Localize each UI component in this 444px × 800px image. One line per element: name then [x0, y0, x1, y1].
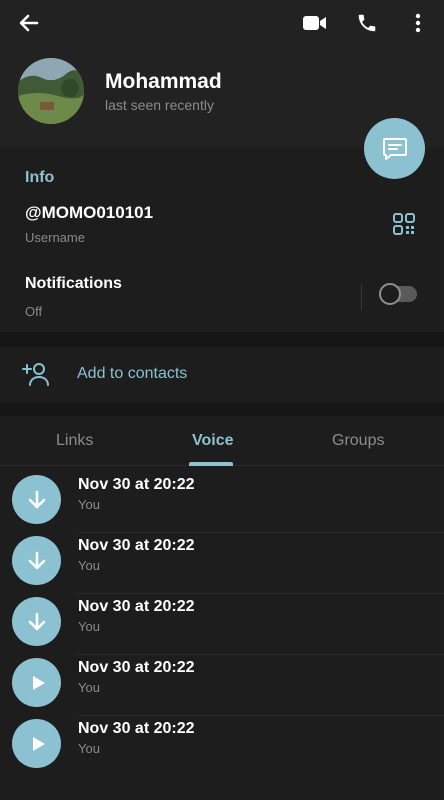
media-tabs: Links Voice Groups: [0, 416, 444, 466]
voice-item-sender: You: [78, 497, 100, 512]
tab-voice[interactable]: Voice: [192, 432, 234, 450]
last-seen-status: last seen recently: [105, 97, 214, 113]
username-label: Username: [25, 230, 85, 245]
divider: [361, 284, 362, 310]
play-button[interactable]: [12, 658, 61, 707]
back-arrow-icon[interactable]: [14, 8, 44, 38]
voice-item-title: Nov 30 at 20:22: [78, 720, 195, 737]
phone-icon[interactable]: [352, 8, 382, 38]
voice-list-item[interactable]: Nov 30 at 20:22 You: [0, 472, 444, 533]
video-call-icon[interactable]: [300, 8, 330, 38]
download-button[interactable]: [12, 597, 61, 646]
voice-item-title: Nov 30 at 20:22: [78, 659, 195, 676]
voice-item-title: Nov 30 at 20:22: [78, 537, 195, 554]
play-icon: [32, 675, 45, 690]
voice-item-sender: You: [78, 619, 100, 634]
download-button[interactable]: [12, 536, 61, 585]
add-to-contacts-label: Add to contacts: [77, 365, 188, 382]
download-arrow-icon: [28, 490, 45, 508]
more-vertical-icon[interactable]: [403, 8, 433, 38]
notifications-status: Off: [25, 304, 43, 319]
contact-name: Mohammad: [105, 70, 222, 93]
add-to-contacts-row[interactable]: Add to contacts: [0, 347, 444, 402]
voice-item-sender: You: [78, 558, 100, 573]
download-arrow-icon: [28, 612, 45, 630]
username-value[interactable]: @MOMO010101: [25, 203, 153, 223]
voice-item-title: Nov 30 at 20:22: [78, 598, 195, 615]
download-arrow-icon: [28, 551, 45, 569]
qr-code-icon[interactable]: [392, 212, 418, 238]
voice-list-item[interactable]: Nov 30 at 20:22 You: [0, 533, 444, 594]
toggle-knob: [379, 283, 401, 305]
shared-media-section: Links Voice Groups Nov 30 at 20:22 You N…: [0, 416, 444, 800]
voice-list-item[interactable]: Nov 30 at 20:22 You: [0, 716, 444, 777]
info-heading: Info: [25, 169, 55, 186]
tab-links[interactable]: Links: [56, 432, 93, 450]
download-button[interactable]: [12, 475, 61, 524]
message-icon: [382, 137, 407, 160]
notifications-toggle[interactable]: [379, 283, 417, 305]
tab-groups[interactable]: Groups: [332, 432, 384, 450]
voice-item-sender: You: [78, 680, 100, 695]
avatar[interactable]: [18, 58, 84, 124]
voice-list-item[interactable]: Nov 30 at 20:22 You: [0, 655, 444, 716]
play-button[interactable]: [12, 719, 61, 768]
notifications-title[interactable]: Notifications: [25, 275, 122, 293]
active-tab-indicator: [189, 462, 233, 466]
voice-item-title: Nov 30 at 20:22: [78, 476, 195, 493]
add-person-icon: [22, 361, 50, 387]
play-icon: [32, 736, 45, 751]
voice-item-sender: You: [78, 741, 100, 756]
voice-list-item[interactable]: Nov 30 at 20:22 You: [0, 594, 444, 655]
message-button[interactable]: [364, 118, 425, 179]
info-section: Info @MOMO010101 Username Notifications …: [0, 148, 444, 332]
